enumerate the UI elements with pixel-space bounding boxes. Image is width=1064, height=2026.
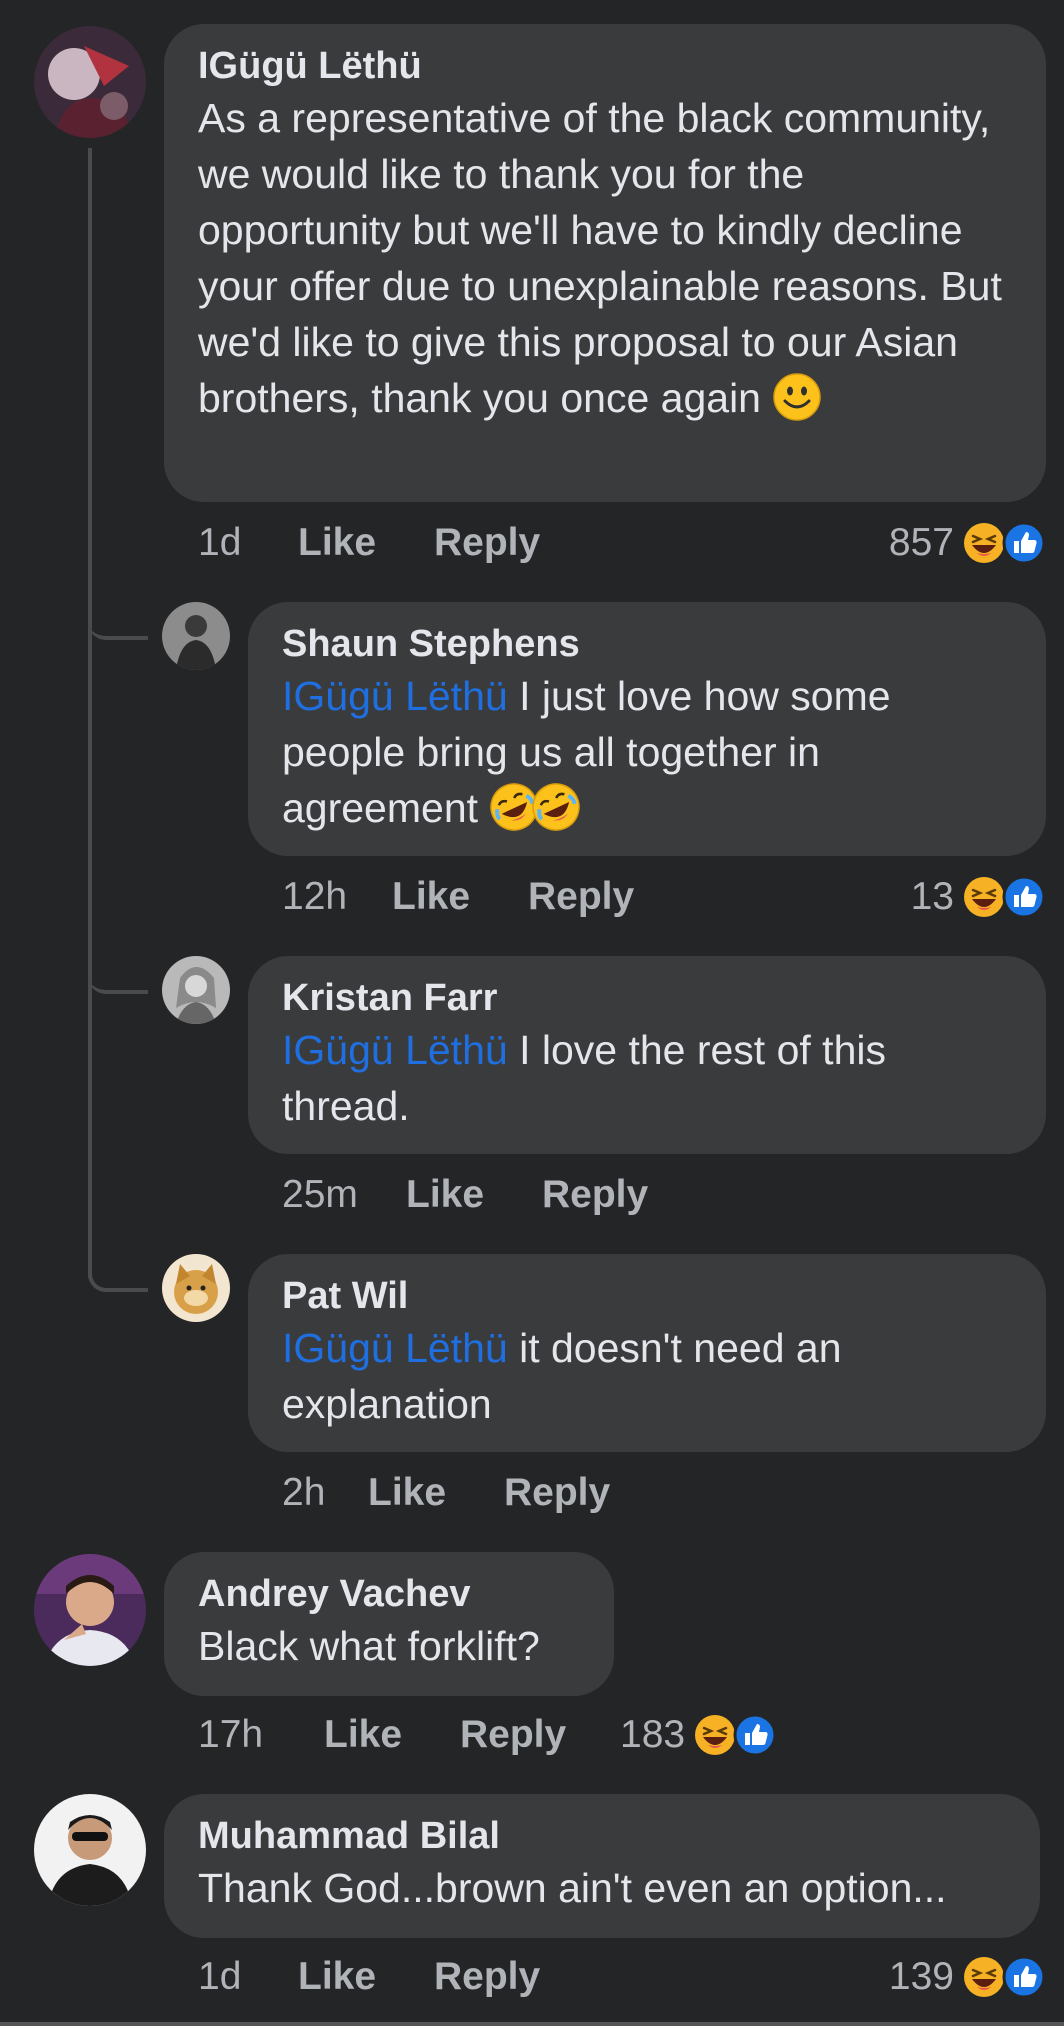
comment-time[interactable]: 1d <box>198 518 278 568</box>
haha-reaction-icon <box>962 875 1006 919</box>
like-reaction-icon <box>1002 875 1046 919</box>
mention-link[interactable]: IGügü Lëthü <box>282 1325 508 1371</box>
avatar[interactable] <box>34 1554 146 1666</box>
like-reaction-icon <box>1002 521 1046 565</box>
like-button[interactable]: Like <box>368 1468 478 1518</box>
reaction-count: 13 <box>910 875 954 918</box>
comment-author[interactable]: Kristan Farr <box>282 974 1012 1022</box>
comment-actions: 17h Like Reply <box>198 1710 566 1760</box>
avatar[interactable] <box>34 1794 146 1906</box>
like-button[interactable]: Like <box>298 1952 408 2002</box>
reaction-summary[interactable]: 183 <box>620 1710 777 1760</box>
like-reaction-icon <box>1002 1955 1046 1999</box>
reaction-summary[interactable]: 857 <box>889 518 1046 568</box>
rofl-emoji-icon <box>531 782 581 832</box>
comment-text: Thank God...brown ain't even an option..… <box>198 1865 947 1911</box>
reaction-count: 139 <box>888 1955 954 1998</box>
comment-bubble: Pat Wil IGügü Lëthü it doesn't need an e… <box>248 1254 1046 1452</box>
avatar[interactable] <box>162 1254 230 1322</box>
thread-line <box>88 148 92 1278</box>
mention-link[interactable]: IGügü Lëthü <box>282 673 508 719</box>
mention-link[interactable]: IGügü Lëthü <box>282 1027 508 1073</box>
comment-actions: 25m Like Reply <box>282 1170 648 1220</box>
comment-author[interactable]: Pat Wil <box>282 1272 1012 1320</box>
reply-button[interactable]: Reply <box>528 872 634 922</box>
reaction-summary[interactable]: 13 <box>911 872 1046 922</box>
comment-text: As a representative of the black communi… <box>198 95 1002 422</box>
comment-actions: 1d Like Reply <box>198 518 540 568</box>
reply-button[interactable]: Reply <box>434 1952 540 2002</box>
reply-button[interactable]: Reply <box>542 1170 648 1220</box>
reaction-summary[interactable]: 139 <box>889 1952 1046 2002</box>
comment-text: IGügü Lëthü I love the rest of this thre… <box>282 1027 886 1129</box>
thread-connector <box>88 1252 148 1292</box>
reaction-count: 857 <box>888 521 954 564</box>
reply-button[interactable]: Reply <box>460 1710 566 1760</box>
smile-emoji-icon <box>772 372 822 422</box>
comment-bubble: Kristan Farr IGügü Lëthü I love the rest… <box>248 956 1046 1154</box>
like-button[interactable]: Like <box>324 1710 434 1760</box>
avatar[interactable] <box>162 956 230 1024</box>
comment-time[interactable]: 1d <box>198 1952 278 2002</box>
comment-text: IGügü Lëthü it doesn't need an explanati… <box>282 1325 842 1427</box>
comment-time[interactable]: 17h <box>198 1710 278 1760</box>
haha-reaction-icon <box>693 1713 737 1757</box>
comment-author[interactable]: Andrey Vachev <box>198 1570 580 1618</box>
comment-actions: 1d Like Reply <box>198 1952 540 2002</box>
comment-time[interactable]: 25m <box>282 1170 382 1220</box>
comment-text: IGügü Lëthü I just love how some people … <box>282 668 1012 836</box>
haha-reaction-icon <box>962 521 1006 565</box>
reply-button[interactable]: Reply <box>434 518 540 568</box>
like-button[interactable]: Like <box>406 1170 516 1220</box>
comment-author[interactable]: IGügü Lëthü <box>198 42 1012 90</box>
haha-reaction-icon <box>962 1955 1006 1999</box>
divider <box>0 2022 1064 2026</box>
comment-bubble: Shaun Stephens IGügü Lëthü I just love h… <box>248 602 1046 856</box>
comment-text: Black what forklift? <box>198 1623 540 1669</box>
comment-time[interactable]: 12h <box>282 872 372 922</box>
comment-bubble: Muhammad Bilal Thank God...brown ain't e… <box>164 1794 1040 1938</box>
comment-time[interactable]: 2h <box>282 1468 338 1518</box>
avatar[interactable] <box>34 26 146 138</box>
like-reaction-icon <box>733 1713 777 1757</box>
reply-button[interactable]: Reply <box>504 1468 610 1518</box>
thread-connector <box>88 954 148 994</box>
comment-author[interactable]: Shaun Stephens <box>282 620 1012 668</box>
like-button[interactable]: Like <box>392 872 502 922</box>
comment-bubble: Andrey Vachev Black what forklift? <box>164 1552 614 1696</box>
comment-bubble: IGügü Lëthü As a representative of the b… <box>164 24 1046 502</box>
avatar[interactable] <box>162 602 230 670</box>
like-button[interactable]: Like <box>298 518 408 568</box>
comment-actions: 2h Like Reply <box>282 1468 610 1518</box>
reaction-count: 183 <box>620 1713 686 1756</box>
comment-author[interactable]: Muhammad Bilal <box>198 1812 1006 1860</box>
comment-actions: 12h Like Reply <box>282 872 634 922</box>
thread-connector <box>88 600 148 640</box>
